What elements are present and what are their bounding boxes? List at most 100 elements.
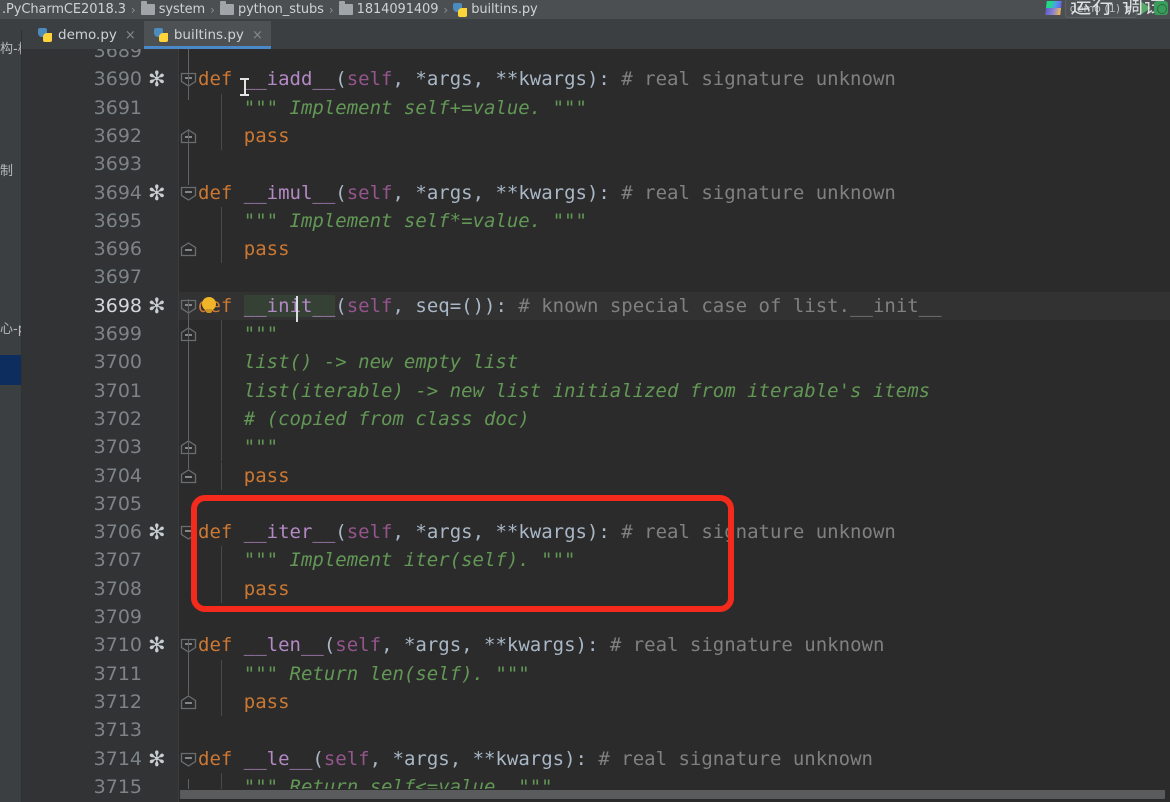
code-line[interactable]: """ Implement self+=value. """ 3691 [22,94,1170,122]
code-token: list() -> new empty list [198,351,519,374]
code-text: pass [198,122,290,150]
breadcrumb-separator: › [328,2,334,17]
code-line-background: """ Implement self*=value. """ [179,207,1170,235]
line-number: 3712 [93,690,142,713]
code-text: list() -> new empty list [198,348,519,376]
code-text: """ [198,433,278,461]
code-text: """ Return len(self). """ [198,660,530,688]
code-token: # real signature unknown [609,181,896,204]
editor-tabstrip: demo.py × builtins.py × [0,19,1170,49]
pycharm-logo-icon [1045,0,1063,16]
run-icon[interactable] [1140,1,1151,15]
indent-guide [221,433,222,462]
fold-marker-end[interactable] [180,440,197,455]
override-marker-icon[interactable]: ✻ [148,745,166,773]
override-marker-icon[interactable]: ✻ [148,65,166,93]
horizontal-scrollbar-track[interactable] [179,789,1170,802]
fold-marker-start[interactable] [180,638,197,654]
code-line[interactable]: """ Implement iter(self). """ 3707 [22,546,1170,574]
fold-marker-start[interactable] [180,752,197,767]
line-number: 3689 [93,49,142,62]
breadcrumb-item-python-stubs[interactable]: python_stubs [219,1,324,17]
code-line[interactable]: # (copied from class doc) 3702 [22,405,1170,433]
line-number: 3711 [93,662,142,685]
fold-marker-start[interactable] [180,72,197,88]
override-marker-icon[interactable]: ✻ [148,631,166,659]
code-line[interactable]: list(iterable) -> new list initialized f… [22,377,1170,405]
code-line-background: def __init__(self, seq=()): # known spec… [179,291,1170,320]
code-token: # real signature unknown [598,634,885,657]
fold-marker-end[interactable] [180,468,197,484]
chevron-down-icon[interactable] [1124,6,1132,10]
close-icon[interactable]: × [125,28,136,43]
breadcrumb-label: python_stubs [237,2,324,17]
code-token: __iadd__ [243,68,336,91]
fold-marker-end[interactable] [180,327,197,342]
breadcrumb-item--pycharmce2018-3[interactable]: .PyCharmCE2018.3 [2,2,126,17]
line-number: 3702 [93,407,142,430]
indent-guide [221,121,222,151]
override-marker-icon[interactable]: ✻ [148,179,166,207]
left-strip-item-2[interactable]: 心-py [0,318,22,337]
horizontal-scrollbar-thumb[interactable] [180,790,1165,799]
run-configuration-widget[interactable]: 运行 调试 demo (1) [1046,0,1170,20]
breadcrumb-item-builtins-py[interactable]: builtins.py [453,2,538,17]
left-strip-item-1[interactable]: 制 [0,160,22,179]
fold-marker-end[interactable] [180,129,197,144]
fold-connector-line [187,299,189,469]
code-line[interactable]: """ Implement self*=value. """ 3695 [22,207,1170,235]
editor-tab-builtins-py[interactable]: builtins.py × [143,21,271,49]
text-caret [296,296,298,322]
code-token: """ Return len(self). """ [198,662,530,685]
code-line-background: pass [179,122,1170,150]
left-strip-item-0[interactable]: 构-核 [0,38,22,57]
code-line[interactable]: """ Return len(self). """ 3711 [22,660,1170,688]
code-token: """ [198,323,279,345]
code-text: """ [198,320,278,348]
line-number: 3701 [93,379,142,402]
code-token: , seq=()): [392,294,507,317]
indent-guide [221,235,222,264]
editor-tab-demo-py[interactable]: demo.py × [28,21,144,49]
line-number: 3700 [93,351,142,374]
fold-connector-line [187,639,189,695]
breadcrumb-item-system[interactable]: system [140,1,205,17]
code-line[interactable]: 3709 [22,603,1170,631]
code-token: self [346,521,393,544]
code-line[interactable]: pass 3708 [22,575,1170,603]
line-number: 3694 [93,181,142,204]
code-line[interactable]: 3689 [22,49,1170,65]
code-text: def __iadd__(self, *args, **kwargs): # r… [198,65,896,93]
code-line[interactable]: list() -> new empty list 3700 [22,348,1170,376]
code-editor[interactable]: 3689 def __iadd__(self, *args, **kwargs):… [22,49,1170,802]
debug-icon[interactable] [1154,1,1168,15]
code-line[interactable]: 3713 [22,716,1170,744]
override-marker-icon[interactable]: ✻ [148,292,166,320]
code-line-background: """ [179,433,1170,461]
fold-marker-start[interactable] [180,186,197,201]
fold-marker-start[interactable] [180,299,197,314]
line-number: 3697 [93,266,142,289]
indent-guide [221,574,222,603]
line-number: 3698 [93,294,142,317]
code-token: def [198,68,244,91]
code-line[interactable]: 3697 [22,263,1170,291]
run-config-selector[interactable]: demo (1) [1064,0,1137,18]
code-line[interactable]: 3693 [22,150,1170,178]
code-token: __imul__ [243,181,336,204]
fold-marker-start[interactable] [180,525,197,540]
indent-guide [221,659,222,688]
code-line[interactable]: 3705 [22,490,1170,518]
override-marker-icon[interactable]: ✻ [148,518,166,546]
intention-bulb-icon[interactable] [202,296,216,315]
code-line-background: def __iadd__(self, *args, **kwargs): # r… [179,65,1170,93]
code-line-background: def __len__(self, *args, **kwargs): # re… [179,631,1170,659]
indent-guide [221,546,222,575]
close-icon[interactable]: × [252,28,263,43]
code-line-background: """ [179,320,1170,348]
breadcrumb: .PyCharmCE2018.3 › system › python_stubs › 181… [0,0,1170,19]
breadcrumb-item-1814091409[interactable]: 1814091409 [338,1,438,17]
fold-marker-end[interactable] [180,242,197,257]
code-token: self [346,181,393,204]
fold-marker-end[interactable] [180,695,197,710]
